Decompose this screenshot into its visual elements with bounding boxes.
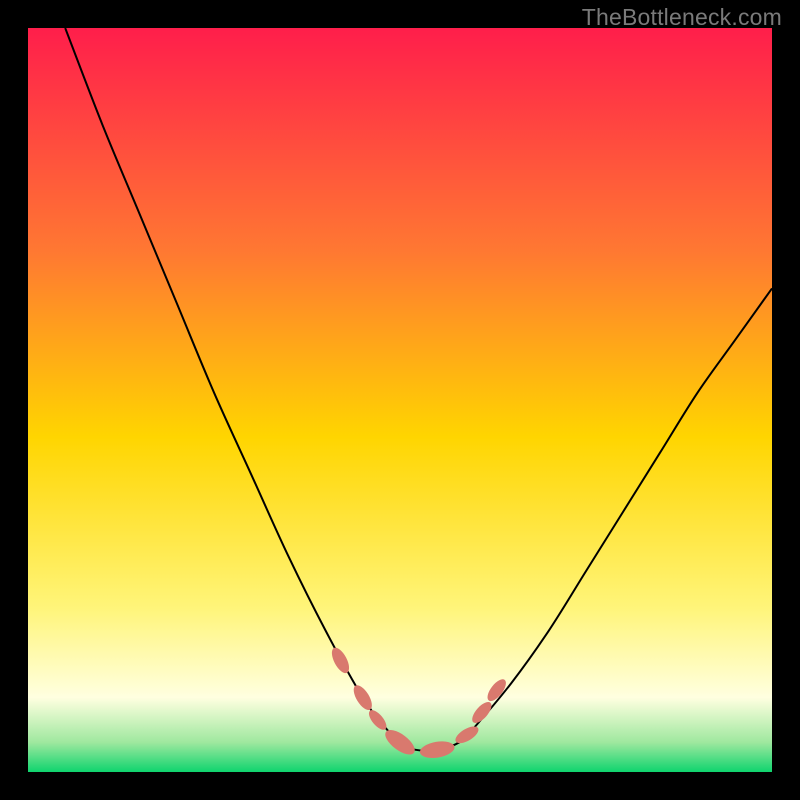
watermark-text: TheBottleneck.com: [582, 4, 782, 31]
chart-svg: [28, 28, 772, 772]
gradient-background: [28, 28, 772, 772]
chart-frame: TheBottleneck.com: [0, 0, 800, 800]
plot-area: [28, 28, 772, 772]
